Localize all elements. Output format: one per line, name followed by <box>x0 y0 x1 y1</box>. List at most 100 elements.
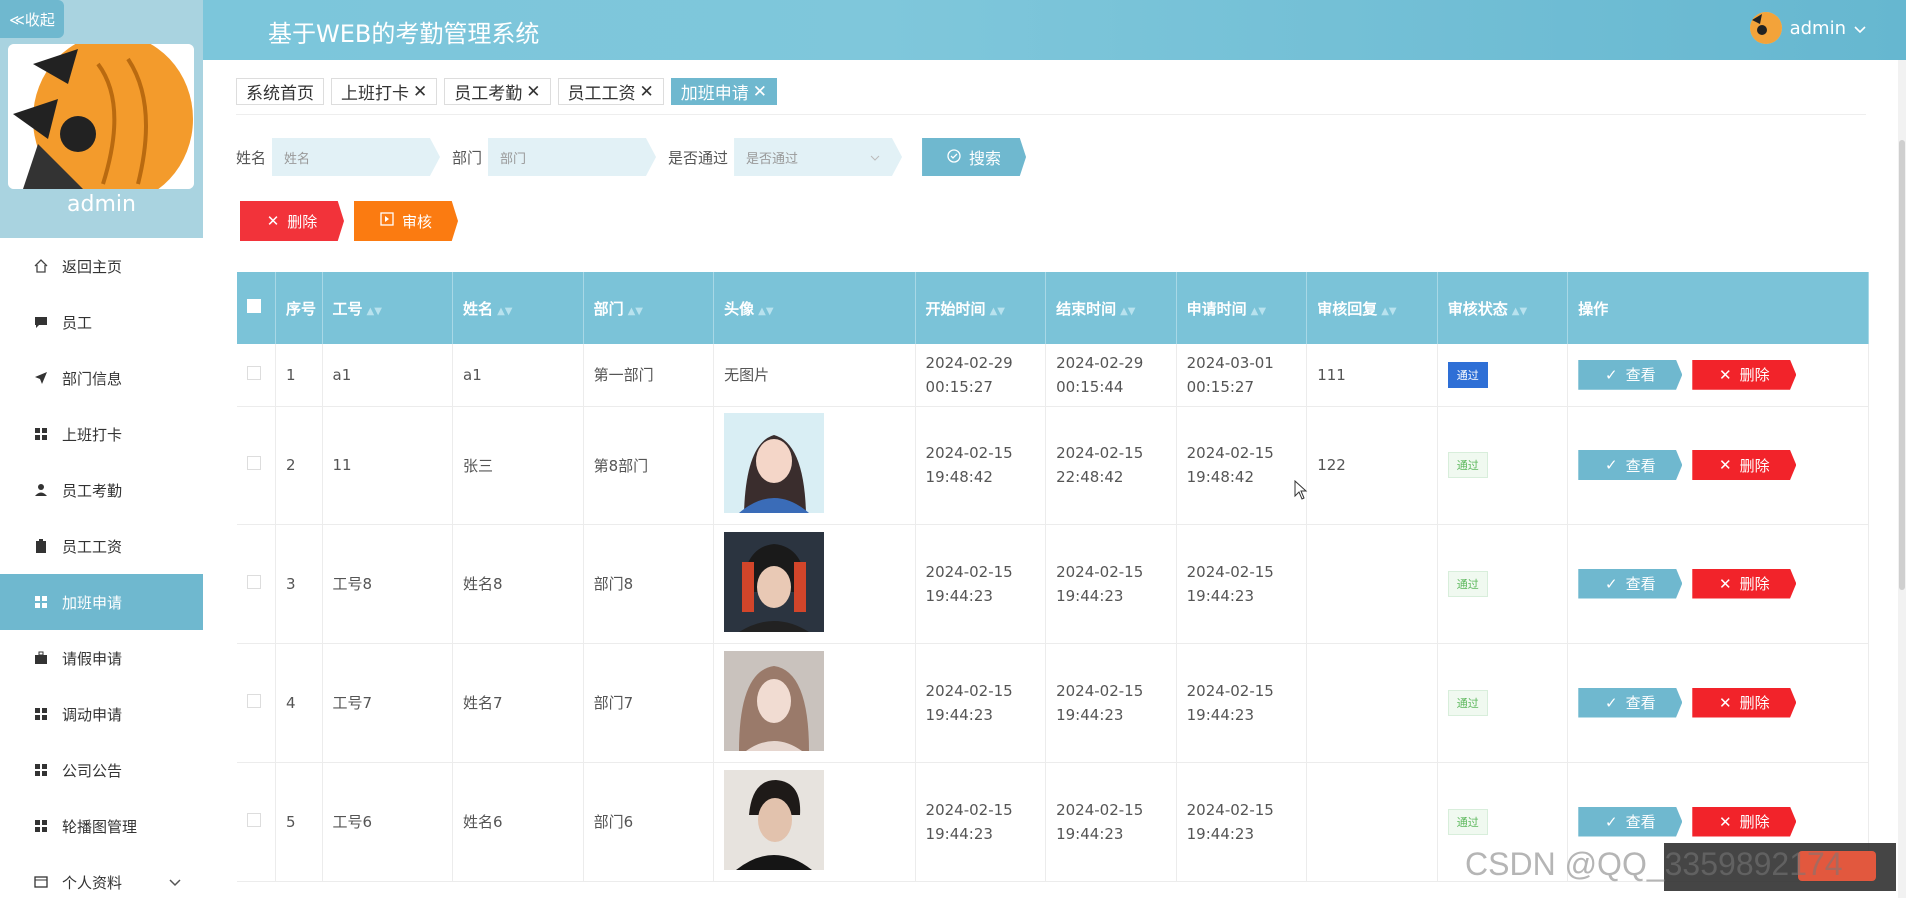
view-button[interactable]: ✓ 查看 <box>1578 687 1683 718</box>
check-icon: ✓ <box>1604 365 1618 384</box>
col-header-status[interactable]: 审核状态 ▲▼ <box>1437 272 1569 344</box>
tab-home[interactable]: 系统首页 <box>236 78 324 105</box>
scrollbar[interactable] <box>1898 60 1906 898</box>
close-icon: ✕ <box>1718 365 1732 384</box>
sort-icon[interactable]: ▲▼ <box>628 306 643 317</box>
sidebar-item-attendance[interactable]: 员工考勤 <box>0 462 203 518</box>
row-checkbox[interactable] <box>247 812 261 827</box>
sidebar-item-transfer[interactable]: 调动申请 <box>0 686 203 742</box>
sort-icon[interactable]: ▲▼ <box>1251 306 1266 317</box>
tabs-divider <box>236 114 1866 115</box>
cell-empno: 工号7 <box>322 643 454 763</box>
col-header-label: 头像 <box>724 299 755 318</box>
user-name: admin <box>1789 17 1846 39</box>
cell-start: 2024-02-15 19:44:23 <box>915 762 1047 882</box>
sidebar-item-notice[interactable]: 公司公告 <box>0 742 203 798</box>
cell-apply: 2024-03-01 00:15:27 <box>1176 344 1308 407</box>
user-menu[interactable]: admin <box>1749 12 1866 44</box>
view-button[interactable]: ✓ 查看 <box>1578 568 1683 599</box>
bulk-delete-button[interactable]: ✕ 删除 <box>240 201 344 241</box>
cell-photo <box>713 524 916 644</box>
close-icon[interactable]: ✕ <box>413 82 427 102</box>
tab-bar: 系统首页 上班打卡 ✕ 员工考勤 ✕ 员工工资 ✕ 加班申请 ✕ <box>236 78 777 105</box>
view-button[interactable]: ✓ 查看 <box>1578 450 1683 480</box>
col-header-apply[interactable]: 申请时间 ▲▼ <box>1176 272 1308 344</box>
sidebar-item-home[interactable]: 返回主页 <box>0 238 203 294</box>
cell-dept: 第一部门 <box>583 344 715 407</box>
pass-select[interactable]: 是否通过 <box>734 138 903 176</box>
col-header-photo[interactable]: 头像 ▲▼ <box>713 272 916 344</box>
sidebar-item-employee[interactable]: 员工 <box>0 294 203 350</box>
sort-icon[interactable]: ▲▼ <box>1512 306 1527 317</box>
col-header-dept[interactable]: 部门 ▲▼ <box>583 272 715 344</box>
delete-button[interactable]: ✕ 删除 <box>1692 806 1797 837</box>
briefcase-icon <box>34 651 48 665</box>
sort-icon[interactable]: ▲▼ <box>758 306 773 317</box>
col-header-label: 部门 <box>593 299 624 318</box>
col-header-empno[interactable]: 工号 ▲▼ <box>322 272 454 344</box>
view-button[interactable]: ✓ 查看 <box>1578 359 1683 390</box>
close-icon[interactable]: ✕ <box>526 82 540 102</box>
tab-attendance[interactable]: 员工考勤 ✕ <box>444 78 551 105</box>
cell-status: 通过 <box>1437 524 1569 644</box>
row-checkbox[interactable] <box>247 456 261 470</box>
review-button[interactable]: 审核 <box>354 201 458 241</box>
tab-overtime[interactable]: 加班申请 ✕ <box>670 78 777 105</box>
col-header-label: 开始时间 <box>925 299 986 318</box>
col-header-end[interactable]: 结束时间 ▲▼ <box>1045 272 1177 344</box>
delete-button[interactable]: ✕ 删除 <box>1692 687 1797 718</box>
sidebar-item-department[interactable]: 部门信息 <box>0 350 203 406</box>
row-checkbox[interactable] <box>247 574 261 589</box>
sort-icon[interactable]: ▲▼ <box>990 306 1005 317</box>
sidebar-item-label: 员工工资 <box>62 537 123 556</box>
tab-checkin[interactable]: 上班打卡 ✕ <box>331 78 438 105</box>
grid-icon <box>34 763 48 777</box>
delete-button[interactable]: ✕ 删除 <box>1692 450 1797 480</box>
sidebar-item-checkin[interactable]: 上班打卡 <box>0 406 203 462</box>
sidebar-item-leave[interactable]: 请假申请 <box>0 630 203 686</box>
sidebar-item-overtime[interactable]: 加班申请 <box>0 574 203 630</box>
sort-icon[interactable]: ▲▼ <box>497 306 512 317</box>
sidebar-item-salary[interactable]: 员工工资 <box>0 518 203 574</box>
row-checkbox[interactable] <box>247 693 261 708</box>
scroll-thumb[interactable] <box>1899 140 1905 590</box>
cell-apply: 2024-02-15 19:48:42 <box>1176 406 1308 525</box>
table-row: 4 工号7 姓名7 部门7 2024-02-15 19:44:23 2024-0… <box>237 643 1869 763</box>
delete-label: 删除 <box>1739 456 1770 475</box>
tab-salary[interactable]: 员工工资 ✕ <box>557 78 664 105</box>
close-icon[interactable]: ✕ <box>640 82 654 102</box>
cell-reply <box>1306 762 1438 882</box>
view-button[interactable]: ✓ 查看 <box>1578 806 1683 837</box>
cell-end: 2024-02-15 19:44:23 <box>1045 643 1177 763</box>
select-all-checkbox[interactable] <box>247 299 261 313</box>
cell-index: 2 <box>275 406 323 525</box>
close-icon: ✕ <box>266 212 280 230</box>
sidebar-item-carousel[interactable]: 轮播图管理 <box>0 798 203 854</box>
sort-icon[interactable]: ▲▼ <box>1120 306 1135 317</box>
collapse-button[interactable]: ≪收起 <box>0 0 64 38</box>
search-button[interactable]: 搜索 <box>922 138 1027 176</box>
sort-icon[interactable]: ▲▼ <box>367 306 382 317</box>
dept-input[interactable]: 部门 <box>488 138 657 176</box>
cell-name: 姓名6 <box>452 762 584 882</box>
name-input[interactable]: 姓名 <box>272 138 441 176</box>
status-badge: 通过 <box>1447 689 1488 716</box>
delete-button[interactable]: ✕ 删除 <box>1692 568 1797 599</box>
col-header-label: 审核回复 <box>1317 299 1378 318</box>
col-header-name[interactable]: 姓名 ▲▼ <box>452 272 584 344</box>
sidebar-item-profile[interactable]: 个人资料 <box>0 854 203 898</box>
row-checkbox-cell <box>237 344 276 407</box>
close-icon[interactable]: ✕ <box>753 82 767 102</box>
view-label: 查看 <box>1625 813 1656 831</box>
col-header-reply[interactable]: 审核回复 ▲▼ <box>1306 272 1438 344</box>
sidebar-item-label: 返回主页 <box>62 257 123 276</box>
row-checkbox[interactable] <box>247 365 261 380</box>
delete-button[interactable]: ✕ 删除 <box>1692 359 1797 390</box>
cell-apply: 2024-02-15 19:44:23 <box>1176 762 1308 882</box>
row-checkbox-cell <box>237 643 276 763</box>
cell-dept: 部门7 <box>583 643 715 763</box>
review-label: 审核 <box>401 212 432 231</box>
col-header-start[interactable]: 开始时间 ▲▼ <box>915 272 1047 344</box>
cell-photo <box>713 406 916 525</box>
sort-icon[interactable]: ▲▼ <box>1381 306 1396 317</box>
